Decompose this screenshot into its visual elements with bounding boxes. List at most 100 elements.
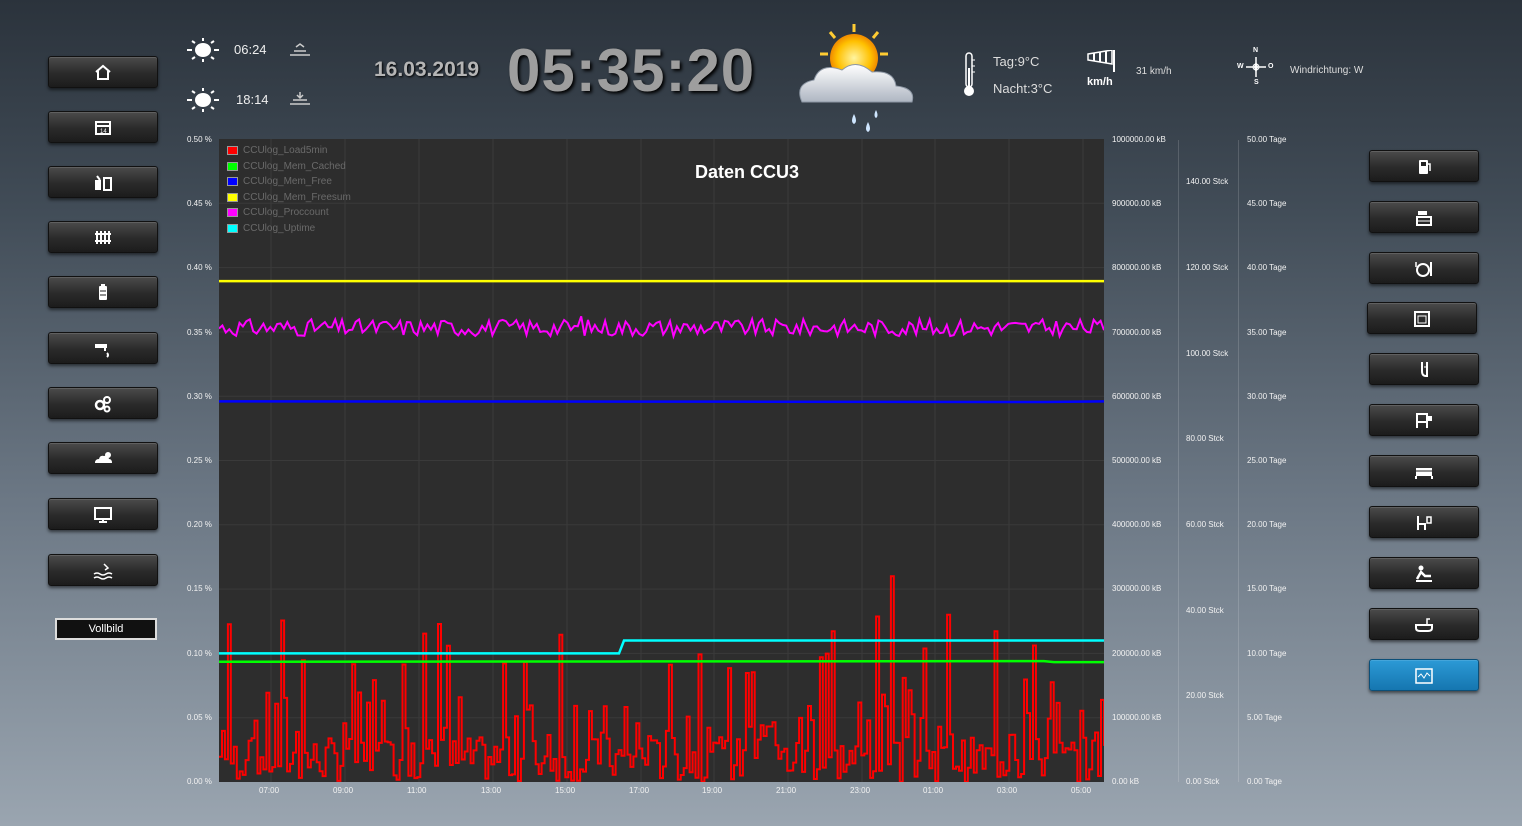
sunset-symbol-icon [288,90,312,111]
x-tick: 07:00 [259,786,280,795]
diagnostics-icon [1415,668,1433,684]
nav-button-energy-meter[interactable] [48,166,158,198]
nav-button-dining[interactable] [1369,252,1479,284]
legend-label: CCUlog_Proccount [243,207,329,219]
y-tick-stck: 80.00 Stck [1186,434,1224,444]
water-tap-icon [95,344,109,358]
x-tick: 03:00 [997,786,1018,795]
oven-icon [1414,311,1430,327]
bedroom-icon [1416,413,1432,428]
nav-button-fuel[interactable] [1369,150,1479,182]
legend-item: CCUlog_Mem_Cached [227,161,346,172]
y-tick-pct: 0.40 % [187,263,212,273]
energy-meter-icon [95,175,112,191]
massage-icon [1415,565,1432,582]
legend-label: CCUlog_Mem_Free [243,176,332,188]
compass-o: O [1268,63,1274,70]
y-tick-stck: 100.00 Stck [1186,348,1229,358]
compass-icon: N W O S [1237,47,1275,86]
svg-text:14: 14 [100,129,107,135]
nav-button-weather[interactable] [48,442,158,474]
compass-w: W [1237,63,1244,70]
legend-label: CCUlog_Mem_Freesum [243,191,351,203]
nav-button-home[interactable] [48,56,158,88]
y-tick-kb: 200000.00 kB [1112,648,1162,658]
y-tick-kb: 500000.00 kB [1112,456,1162,465]
y-tick-stck: 40.00 Stck [1186,605,1224,615]
legend-label: CCUlog_Mem_Cached [243,160,346,172]
bed-icon [1415,468,1433,479]
y-tick-kb: 300000.00 kB [1112,584,1162,594]
nav-button-bed[interactable] [1369,455,1479,487]
nav-button-battery[interactable] [48,276,158,308]
y-tick-pct: 0.25 % [187,456,212,465]
nav-button-oven[interactable] [1367,302,1477,334]
nav-button-bathtub[interactable] [1369,608,1479,640]
monitor-icon [94,507,112,523]
partly-cloudy-rain-icon [790,22,920,147]
y-tick-kb: 600000.00 kB [1112,391,1162,401]
y-tick-tage: 10.00 Tage [1247,648,1287,658]
wind-speed: 31 km/h [1136,66,1172,77]
y-tick-kb: 400000.00 kB [1112,520,1162,530]
home-icon [95,64,111,80]
series-load5min-line [219,575,1104,782]
x-tick: 05:00 [1071,786,1092,795]
compass-n: N [1253,47,1259,54]
y-tick-tage: 40.00 Tage [1247,263,1287,273]
nav-button-settings-gears[interactable] [48,387,158,419]
y-tick-kb: 1000000.00 kB [1112,135,1166,144]
y-tick-kb: 0.00 kB [1112,777,1140,786]
nav-button-diagnostics[interactable] [1369,659,1479,691]
ccu-chart: Daten CCU3 CCUlog_Load5min CCUlog_Mem_Cac… [219,139,1104,782]
x-tick: 23:00 [850,786,871,795]
axis-divider [1238,140,1239,782]
y-tick-pct: 0.50 % [187,135,212,144]
legend-label: CCUlog_Uptime [243,223,316,234]
bath-icon [1421,362,1428,377]
sunset-time: 18:14 [236,92,269,107]
nav-button-kitchen[interactable] [1369,201,1479,233]
nav-button-monitor[interactable] [48,498,158,530]
chart-title: Daten CCU3 [694,162,800,182]
clock-display: 05:35:20 [507,37,756,104]
y-tick-pct: 0.05 % [187,712,212,722]
series-proccount-line [219,315,1104,340]
nav-button-water-tap[interactable] [48,332,158,364]
nav-button-bedroom[interactable] [1369,404,1479,436]
y-tick-tage: 25.00 Tage [1247,456,1287,465]
fullscreen-button[interactable]: Vollbild [55,618,157,640]
y-tick-stck: 120.00 Stck [1186,262,1229,272]
dressing-icon [1417,516,1432,530]
settings-gears-icon [94,396,111,413]
battery-icon [99,284,107,300]
nav-button-dressing[interactable] [1369,506,1479,538]
temp-night: Nacht:3°C [993,81,1053,96]
y-tick-stck: 0.00 Stck [1186,777,1220,786]
legend-swatch [227,161,238,171]
y-tick-stck: 140.00 Stck [1186,177,1229,187]
y-tick-tage: 35.00 Tage [1247,327,1287,337]
x-tick: 15:00 [555,786,576,795]
y-tick-pct: 0.15 % [187,584,212,594]
legend-item: CCUlog_Mem_Free [227,176,332,187]
nav-button-heater[interactable] [48,221,158,253]
series-uptime-line [219,639,1104,655]
y-tick-kb: 800000.00 kB [1112,263,1162,273]
legend-swatch [227,177,238,187]
x-tick: 09:00 [333,786,354,795]
legend-item: CCUlog_Proccount [227,207,329,218]
y-tick-pct: 0.10 % [187,648,212,658]
sunrise-symbol-icon [288,43,312,62]
nav-button-pool[interactable] [48,554,158,586]
y-tick-tage: 15.00 Tage [1247,584,1287,594]
legend-label: CCUlog_Load5min [243,145,328,156]
x-tick: 17:00 [629,786,650,795]
y-tick-kb: 100000.00 kB [1112,712,1162,722]
nav-button-massage[interactable] [1369,557,1479,589]
nav-button-calendar[interactable]: 14 [48,111,158,143]
weather-icon [95,452,112,463]
legend-swatch [227,208,238,218]
thermometer-icon [962,52,976,103]
nav-button-bath[interactable] [1369,353,1479,385]
